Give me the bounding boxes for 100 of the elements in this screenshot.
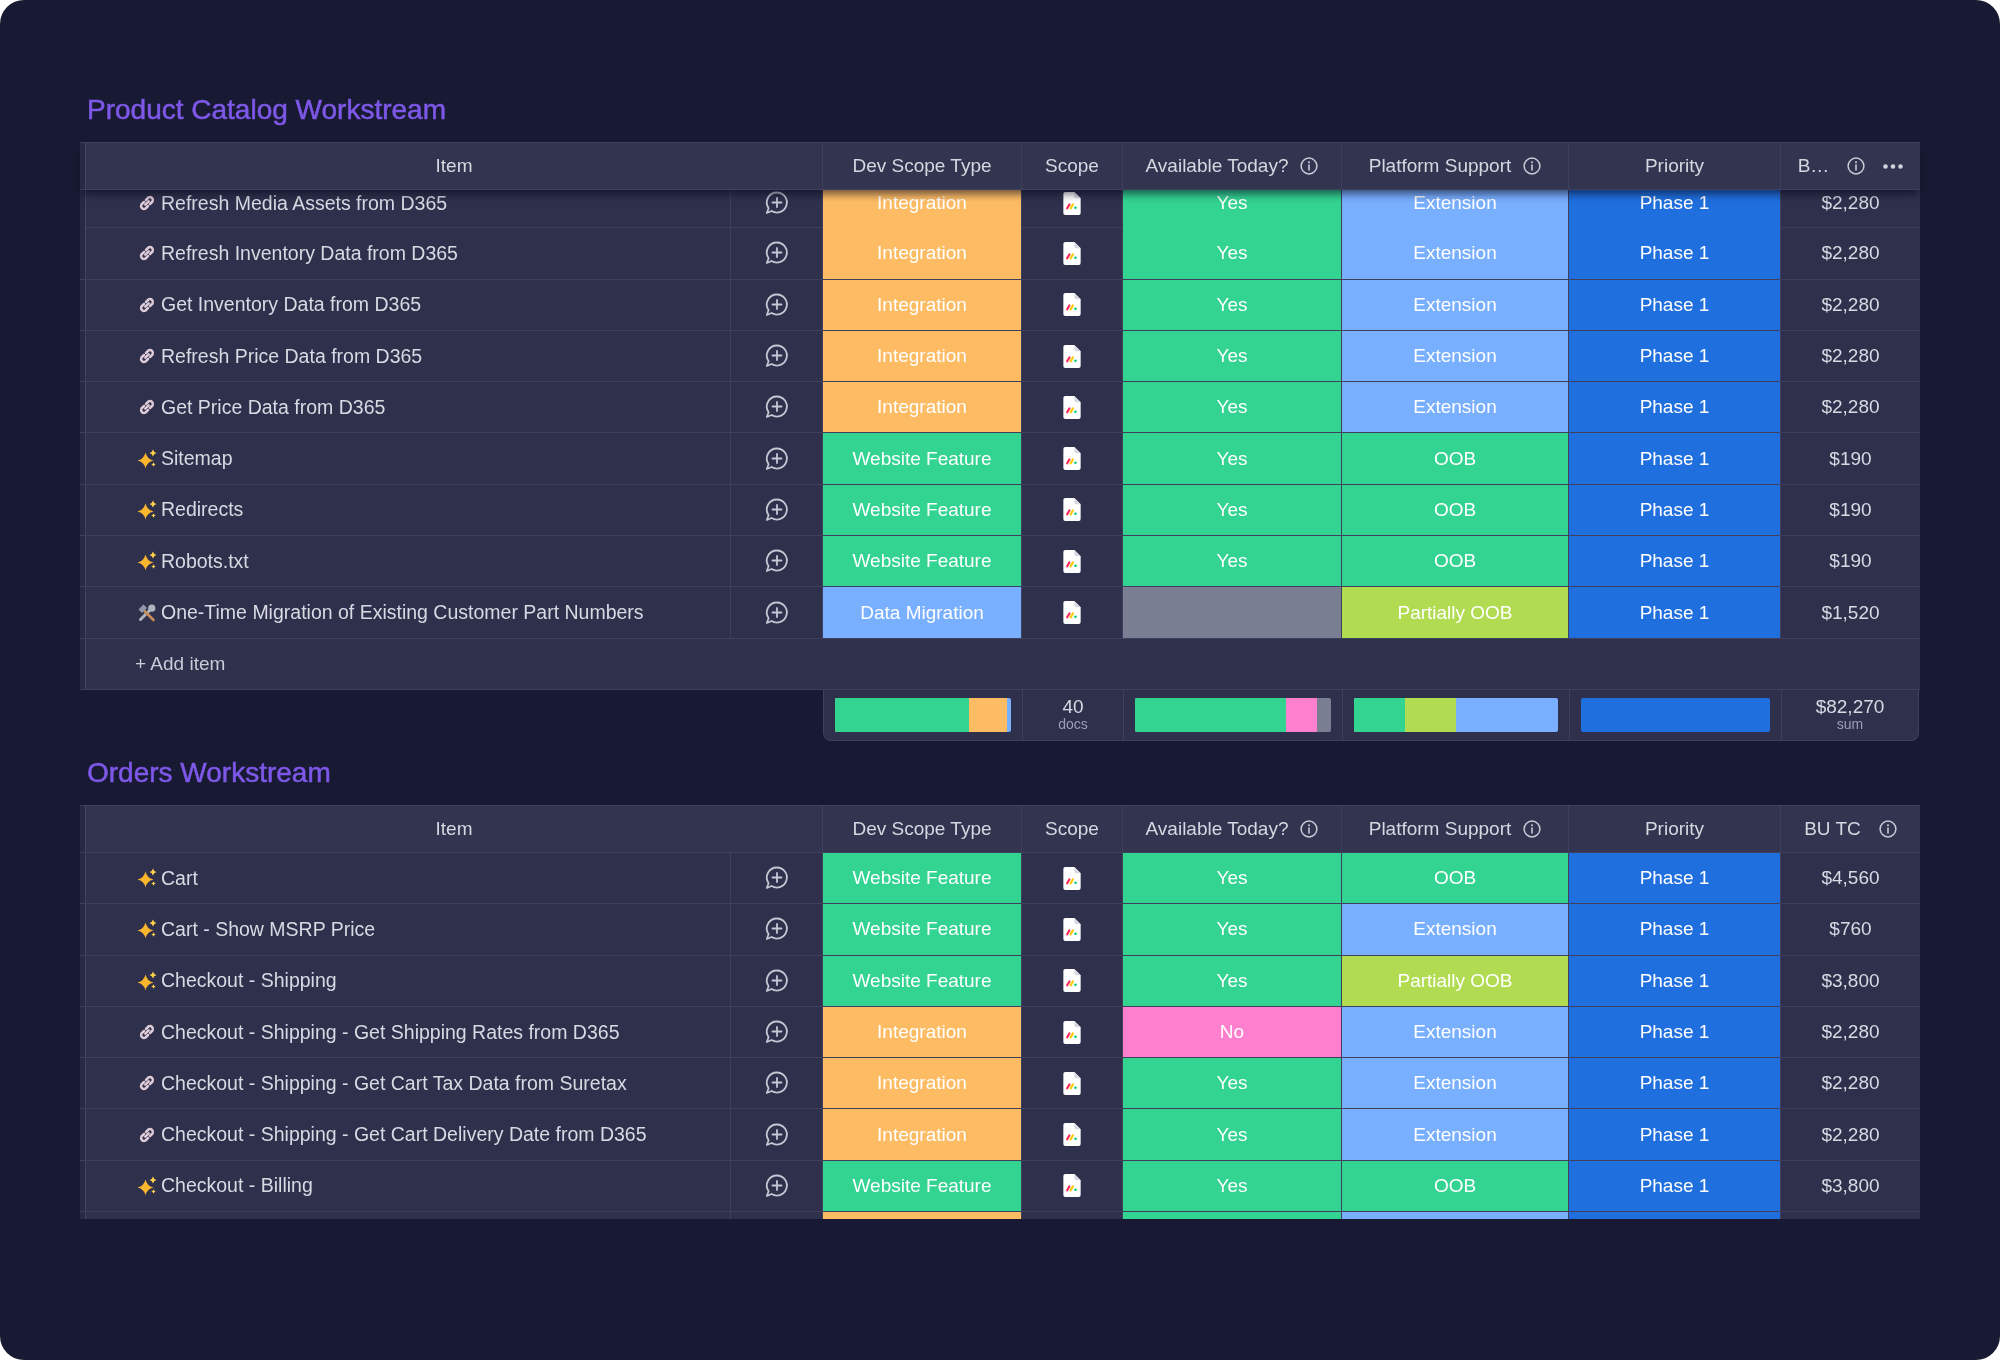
- status-label[interactable]: Phase 1: [1569, 904, 1781, 955]
- budget-value: $190: [1829, 498, 1872, 521]
- status-label[interactable]: Website Feature: [823, 433, 1022, 484]
- speech-bubble-plus-icon[interactable]: [763, 445, 790, 472]
- status-label[interactable]: Phase 1: [1569, 433, 1781, 484]
- speech-bubble-plus-icon[interactable]: [763, 496, 790, 523]
- status-label[interactable]: Phase 1: [1569, 484, 1781, 536]
- item-name: Checkout - Shipping: [161, 969, 337, 993]
- speech-bubble-plus-icon[interactable]: [763, 190, 790, 216]
- document-icon[interactable]: [1062, 343, 1082, 369]
- document-icon[interactable]: [1062, 497, 1082, 523]
- document-icon[interactable]: [1062, 190, 1082, 216]
- item-name: Cart: [161, 866, 198, 890]
- budget-value: $2,280: [1821, 396, 1880, 419]
- status-label[interactable]: Yes: [1123, 1160, 1342, 1212]
- column-header: Item: [435, 817, 473, 840]
- status-label[interactable]: Yes: [1123, 228, 1342, 279]
- status-label[interactable]: Yes: [1123, 1109, 1342, 1160]
- status-label[interactable]: Phase 1: [1569, 852, 1781, 904]
- status-label[interactable]: Yes: [1123, 852, 1342, 904]
- status-label[interactable]: Yes: [1123, 484, 1342, 536]
- document-icon[interactable]: [1062, 394, 1082, 420]
- info-icon[interactable]: [1523, 819, 1542, 838]
- status-label[interactable]: Integration: [823, 228, 1022, 279]
- cut-off-status[interactable]: [1342, 1212, 1569, 1220]
- summary-caption: sum: [1836, 717, 1864, 733]
- status-label[interactable]: Integration: [823, 279, 1022, 330]
- info-icon[interactable]: [1878, 819, 1897, 838]
- status-label[interactable]: Yes: [1123, 433, 1342, 484]
- status-label[interactable]: Website Feature: [823, 484, 1022, 536]
- status-label[interactable]: Phase 1: [1569, 279, 1781, 330]
- document-icon[interactable]: [1062, 548, 1082, 574]
- status-label[interactable]: Extension: [1342, 228, 1569, 279]
- status-label[interactable]: Yes: [1123, 279, 1342, 330]
- status-label[interactable]: Extension: [1342, 190, 1569, 229]
- column-header: Scope: [1045, 155, 1099, 177]
- speech-bubble-plus-icon[interactable]: [763, 394, 790, 421]
- status-label[interactable]: Extension: [1342, 1109, 1569, 1160]
- status-label[interactable]: OOB: [1342, 1160, 1569, 1212]
- status-label[interactable]: Phase 1: [1569, 190, 1781, 229]
- item-name: Checkout - Shipping - Get Shipping Rates from D365: [161, 1020, 620, 1044]
- document-icon[interactable]: [1062, 240, 1082, 266]
- item-name: Cart - Show MSRP Price: [161, 917, 376, 941]
- status-label[interactable]: Integration: [823, 330, 1022, 382]
- info-icon[interactable]: [1300, 819, 1319, 838]
- status-label[interactable]: Phase 1: [1569, 587, 1781, 638]
- status-label[interactable]: Partially OOB: [1342, 587, 1569, 638]
- status-label[interactable]: Extension: [1342, 382, 1569, 433]
- status-label[interactable]: Extension: [1342, 1006, 1569, 1058]
- sparkles-icon: [137, 551, 157, 572]
- status-label[interactable]: Data Migration: [823, 587, 1022, 638]
- status-label[interactable]: OOB: [1342, 484, 1569, 536]
- speech-bubble-plus-icon[interactable]: [763, 599, 790, 626]
- add-item-button[interactable]: + Add item: [135, 650, 226, 677]
- status-label[interactable]: Extension: [1342, 279, 1569, 330]
- status-label[interactable]: Integration: [823, 382, 1022, 433]
- document-icon[interactable]: [1062, 446, 1082, 472]
- status-label[interactable]: Integration: [823, 190, 1022, 229]
- status-label[interactable]: Yes: [1123, 1058, 1342, 1109]
- status-label[interactable]: No: [1123, 1006, 1342, 1058]
- more-options-icon[interactable]: [1883, 163, 1904, 169]
- status-label[interactable]: Extension: [1342, 330, 1569, 382]
- speech-bubble-plus-icon[interactable]: [763, 548, 790, 575]
- document-icon[interactable]: [1062, 292, 1082, 318]
- status-label[interactable]: Phase 1: [1569, 536, 1781, 587]
- speech-bubble-plus-icon[interactable]: [763, 343, 790, 370]
- status-label[interactable]: Yes: [1123, 536, 1342, 587]
- status-label[interactable]: OOB: [1342, 536, 1569, 587]
- info-icon[interactable]: [1523, 157, 1542, 175]
- column-header: BU TC: [1804, 817, 1861, 840]
- info-icon[interactable]: [1300, 157, 1319, 175]
- status-label[interactable]: OOB: [1342, 433, 1569, 484]
- speech-bubble-plus-icon[interactable]: [763, 240, 790, 267]
- status-label[interactable]: Phase 1: [1569, 1058, 1781, 1109]
- speech-bubble-plus-icon[interactable]: [763, 291, 790, 318]
- status-label[interactable]: Phase 1: [1569, 382, 1781, 433]
- status-label[interactable]: Partially OOB: [1342, 955, 1569, 1006]
- budget-value: $3,800: [1821, 1174, 1880, 1197]
- status-label[interactable]: Phase 1: [1569, 330, 1781, 382]
- info-icon[interactable]: [1847, 157, 1866, 175]
- budget-value: $760: [1829, 918, 1872, 941]
- item-name: Redirects: [161, 498, 244, 522]
- status-label[interactable]: Yes: [1123, 382, 1342, 433]
- status-label[interactable]: Yes: [1123, 955, 1342, 1006]
- status-label[interactable]: Yes: [1123, 330, 1342, 382]
- status-label[interactable]: Extension: [1342, 904, 1569, 955]
- status-label[interactable]: Yes: [1123, 190, 1342, 229]
- status-label[interactable]: OOB: [1342, 852, 1569, 904]
- summary-count: 40: [1062, 697, 1084, 718]
- cut-off-status[interactable]: [1123, 1212, 1342, 1220]
- document-icon[interactable]: [1062, 600, 1082, 625]
- status-label[interactable]: Phase 1: [1569, 955, 1781, 1006]
- status-label[interactable]: Yes: [1123, 904, 1342, 955]
- status-label[interactable]: Phase 1: [1569, 228, 1781, 279]
- status-label[interactable]: Extension: [1342, 1058, 1569, 1109]
- status-label[interactable]: Phase 1: [1569, 1109, 1781, 1160]
- budget-value: $2,280: [1821, 1123, 1880, 1146]
- status-label[interactable]: Phase 1: [1569, 1006, 1781, 1058]
- status-label[interactable]: Website Feature: [823, 536, 1022, 587]
- status-label[interactable]: Phase 1: [1569, 1160, 1781, 1212]
